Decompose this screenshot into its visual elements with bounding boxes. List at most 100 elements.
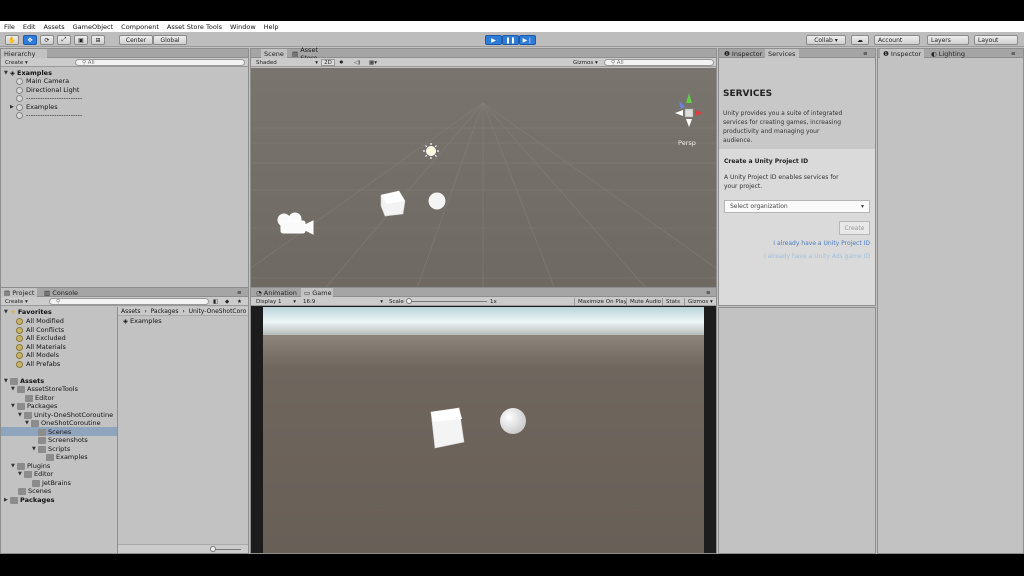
tab-inspector-right[interactable]: ❶ Inspector	[880, 49, 924, 58]
collab-button[interactable]: Collab ▾	[806, 35, 846, 45]
packages-folder[interactable]: ▶Packages	[4, 496, 54, 504]
favorite-item[interactable]: All Excluded	[16, 334, 66, 342]
tab-game[interactable]: ▭ Game	[301, 288, 333, 297]
folder-item[interactable]: ▼Editor	[18, 470, 53, 478]
existing-ads-id-link[interactable]: I already have a Unity Ads game ID	[764, 253, 870, 260]
filter-label-icon[interactable]: ◆	[225, 298, 229, 305]
move-tool-icon[interactable]: ✥	[23, 35, 37, 45]
folder-item[interactable]: Scenes	[18, 487, 51, 495]
scene-cube[interactable]	[381, 191, 405, 216]
favorite-item[interactable]: All Materials	[16, 343, 66, 351]
scale-tool-icon[interactable]: ⤢	[57, 35, 71, 45]
game-gizmos-dropdown[interactable]: Gizmos ▾	[684, 298, 716, 305]
menu-file[interactable]: File	[0, 23, 19, 31]
tab-scene[interactable]: Scene	[261, 49, 287, 58]
menu-window[interactable]: Window	[226, 23, 260, 31]
folder-item-selected[interactable]: Scenes	[38, 428, 71, 436]
assets-folder[interactable]: ▼Assets	[4, 377, 44, 385]
hierarchy-create-button[interactable]: Create ▾	[5, 59, 28, 66]
maximize-on-play-toggle[interactable]: Maximize On Play	[574, 298, 630, 305]
project-create-button[interactable]: Create ▾	[5, 298, 28, 305]
panel-menu-icon[interactable]: ≡	[863, 50, 868, 57]
hand-tool-icon[interactable]: ✋	[5, 35, 19, 45]
panel-menu-icon[interactable]: ≡	[237, 289, 242, 296]
panel-menu-icon[interactable]: ≡	[1011, 50, 1016, 57]
step-button[interactable]: ▶❘	[519, 35, 536, 45]
mode-2d-toggle[interactable]: 2D	[321, 59, 335, 66]
scene-sphere[interactable]	[429, 193, 446, 210]
tab-project[interactable]: ▤ Project	[1, 288, 37, 297]
effects-dropdown-icon[interactable]: ▦▾	[369, 59, 377, 66]
tab-inspector[interactable]: ❶ Inspector	[721, 49, 763, 58]
gizmos-dropdown[interactable]: Gizmos ▾	[573, 59, 598, 66]
folder-item[interactable]: ▼Plugins	[11, 462, 50, 470]
lighting-toggle-icon[interactable]: ✹	[339, 59, 344, 66]
folder-item[interactable]: Screenshots	[38, 436, 88, 444]
list-item[interactable]: ------------------------	[16, 94, 82, 102]
transform-tool-icon[interactable]: ⊞	[91, 35, 105, 45]
favorite-item[interactable]: All Prefabs	[16, 360, 60, 368]
create-button[interactable]: Create	[839, 221, 870, 235]
tab-hierarchy[interactable]: Hierarchy	[1, 49, 47, 58]
menu-assets[interactable]: Assets	[39, 23, 68, 31]
tab-console[interactable]: ▥ Console	[41, 288, 79, 297]
menu-help[interactable]: Help	[260, 23, 283, 31]
rect-tool-icon[interactable]: ▣	[74, 35, 88, 45]
layout-dropdown[interactable]: Layout	[974, 35, 1018, 45]
scene-viewport[interactable]: Persp	[251, 68, 716, 305]
scale-slider-track[interactable]	[407, 301, 487, 302]
scale-slider-thumb[interactable]	[406, 298, 412, 304]
rotate-tool-icon[interactable]: ⟳	[40, 35, 54, 45]
folder-item[interactable]: ▼AssetStoreTools	[11, 385, 78, 393]
shading-mode-dropdown[interactable]: Shaded▾	[256, 59, 318, 66]
tree-divider[interactable]	[117, 307, 118, 553]
list-item[interactable]: Main Camera	[16, 77, 69, 85]
stats-toggle[interactable]: Stats	[662, 298, 683, 305]
favorite-item[interactable]: All Models	[16, 351, 59, 359]
hierarchy-search-input[interactable]: ⚲ All	[75, 59, 245, 66]
breadcrumb-assets[interactable]: Assets	[121, 308, 141, 315]
breadcrumb-unity-oneshotcoroutine[interactable]: Unity-OneShotCoro	[189, 308, 247, 315]
list-item[interactable]: Directional Light	[16, 86, 79, 94]
favorite-star-icon[interactable]: ★	[237, 298, 242, 305]
folder-item[interactable]: Editor	[25, 394, 54, 402]
tab-asset-store[interactable]: ▤ Asset Store	[289, 49, 339, 58]
existing-project-id-link[interactable]: I already have a Unity Project ID	[773, 240, 870, 247]
breadcrumb-packages[interactable]: Packages	[151, 308, 179, 315]
pause-button[interactable]: ❚❚	[502, 35, 519, 45]
list-item[interactable]: ------------------------	[16, 111, 82, 119]
favorite-item[interactable]: All Modified	[16, 317, 64, 325]
cloud-icon[interactable]: ☁	[851, 35, 869, 45]
tab-animation[interactable]: ◔ Animation	[253, 288, 299, 297]
folder-item[interactable]: ▼Packages	[11, 402, 57, 410]
asset-item[interactable]: ◈Examples	[123, 317, 162, 325]
menu-component[interactable]: Component	[117, 23, 163, 31]
menu-asset-store-tools[interactable]: Asset Store Tools	[163, 23, 226, 31]
folder-item[interactable]: Examples	[46, 453, 88, 461]
folder-item[interactable]: JetBrains	[32, 479, 71, 487]
projection-persp-label[interactable]: Persp	[678, 139, 696, 147]
favorites-folder[interactable]: ▼★Favorites	[4, 308, 52, 316]
play-button[interactable]: ▶	[485, 35, 502, 45]
tab-lighting[interactable]: ◐ Lighting	[928, 49, 970, 58]
project-search-input[interactable]: ⚲	[49, 298, 209, 305]
scene-search-input[interactable]: ⚲ All	[604, 59, 714, 66]
menu-edit[interactable]: Edit	[19, 23, 40, 31]
pivot-global-button[interactable]: Global	[153, 35, 187, 45]
layers-dropdown[interactable]: Layers	[927, 35, 969, 45]
list-item[interactable]: ▶Examples	[10, 103, 58, 111]
favorite-item[interactable]: All Conflicts	[16, 326, 64, 334]
menu-gameobject[interactable]: GameObject	[69, 23, 118, 31]
mute-audio-toggle[interactable]: Mute Audio	[626, 298, 664, 305]
icon-size-slider-thumb[interactable]	[210, 546, 216, 552]
tab-services[interactable]: Services	[765, 49, 799, 58]
audio-toggle-icon[interactable]: ◁)	[354, 59, 360, 66]
pivot-center-button[interactable]: Center	[119, 35, 153, 45]
account-dropdown[interactable]: Account	[874, 35, 920, 45]
aspect-dropdown[interactable]: 16:9▾	[303, 298, 383, 305]
scene-root-item[interactable]: ▼◈Examples	[4, 69, 52, 77]
folder-item[interactable]: ▼Scripts	[32, 445, 70, 453]
folder-item[interactable]: ▼OneShotCoroutine	[25, 419, 101, 427]
organization-select[interactable]: Select organization▾	[724, 200, 870, 213]
folder-item[interactable]: ▼Unity-OneShotCoroutine	[18, 411, 113, 419]
